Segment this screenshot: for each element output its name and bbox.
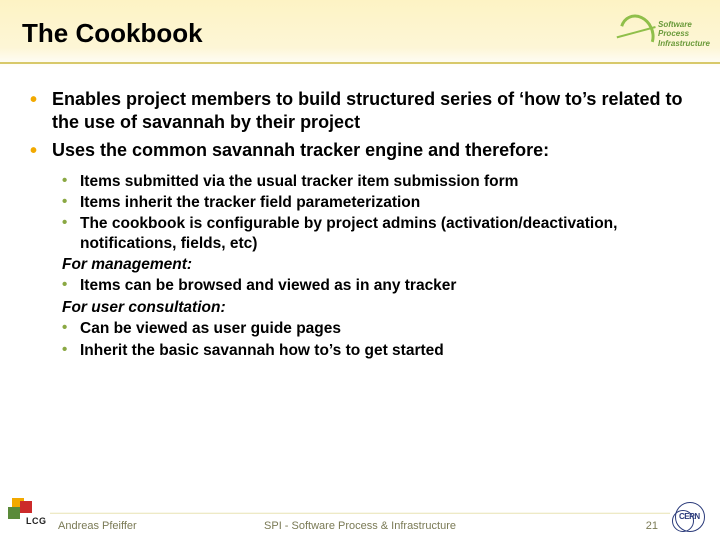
title-rule	[0, 62, 720, 64]
list-item: Items can be browsed and viewed as in an…	[62, 276, 690, 295]
spi-logo: Software Process Infrastructure	[620, 6, 710, 62]
bullet-text: Uses the common savannah tracker engine …	[52, 140, 549, 160]
list-item: Items submitted via the usual tracker it…	[62, 172, 690, 191]
list-item: Uses the common savannah tracker engine …	[30, 139, 690, 360]
spi-swoosh-icon	[613, 9, 661, 60]
section-label: For user consultation:	[62, 298, 690, 317]
bullet-text: Items submitted via the usual tracker it…	[80, 173, 518, 190]
label-text: For user consultation:	[62, 299, 226, 316]
lcg-square-icon	[8, 507, 20, 519]
page-number: 21	[646, 520, 658, 532]
lcg-square-icon	[20, 501, 32, 513]
sub-bullet-list: Items submitted via the usual tracker it…	[62, 172, 690, 360]
title-band: The Cookbook Software Process Infrastruc…	[0, 0, 720, 68]
bullet-list: Enables project members to build structu…	[30, 88, 690, 360]
footer-rule	[50, 512, 670, 514]
bullet-text: Inherit the basic savannah how to’s to g…	[80, 342, 444, 359]
bullet-text: Enables project members to build structu…	[52, 89, 682, 132]
slide-title: The Cookbook	[22, 18, 720, 49]
bullet-text: Items inherit the tracker field paramete…	[80, 194, 420, 211]
bullet-text: The cookbook is configurable by project …	[80, 215, 617, 251]
list-item: Enables project members to build structu…	[30, 88, 690, 133]
bullet-text: Can be viewed as user guide pages	[80, 320, 341, 337]
list-item: Can be viewed as user guide pages	[62, 319, 690, 338]
footer-center: SPI - Software Process & Infrastructure	[0, 520, 720, 532]
cern-logo: CERN	[672, 502, 710, 536]
section-label: For management:	[62, 255, 690, 274]
list-item: Items inherit the tracker field paramete…	[62, 193, 690, 212]
bullet-text: Items can be browsed and viewed as in an…	[80, 277, 456, 294]
content-area: Enables project members to build structu…	[0, 68, 720, 360]
list-item: Inherit the basic savannah how to’s to g…	[62, 341, 690, 360]
footer: LCG Andreas Pfeiffer SPI - Software Proc…	[0, 500, 720, 540]
cern-label: CERN	[679, 512, 700, 521]
label-text: For management:	[62, 256, 192, 273]
list-item: The cookbook is configurable by project …	[62, 214, 690, 253]
spi-logo-text: Software Process Infrastructure	[658, 20, 710, 49]
